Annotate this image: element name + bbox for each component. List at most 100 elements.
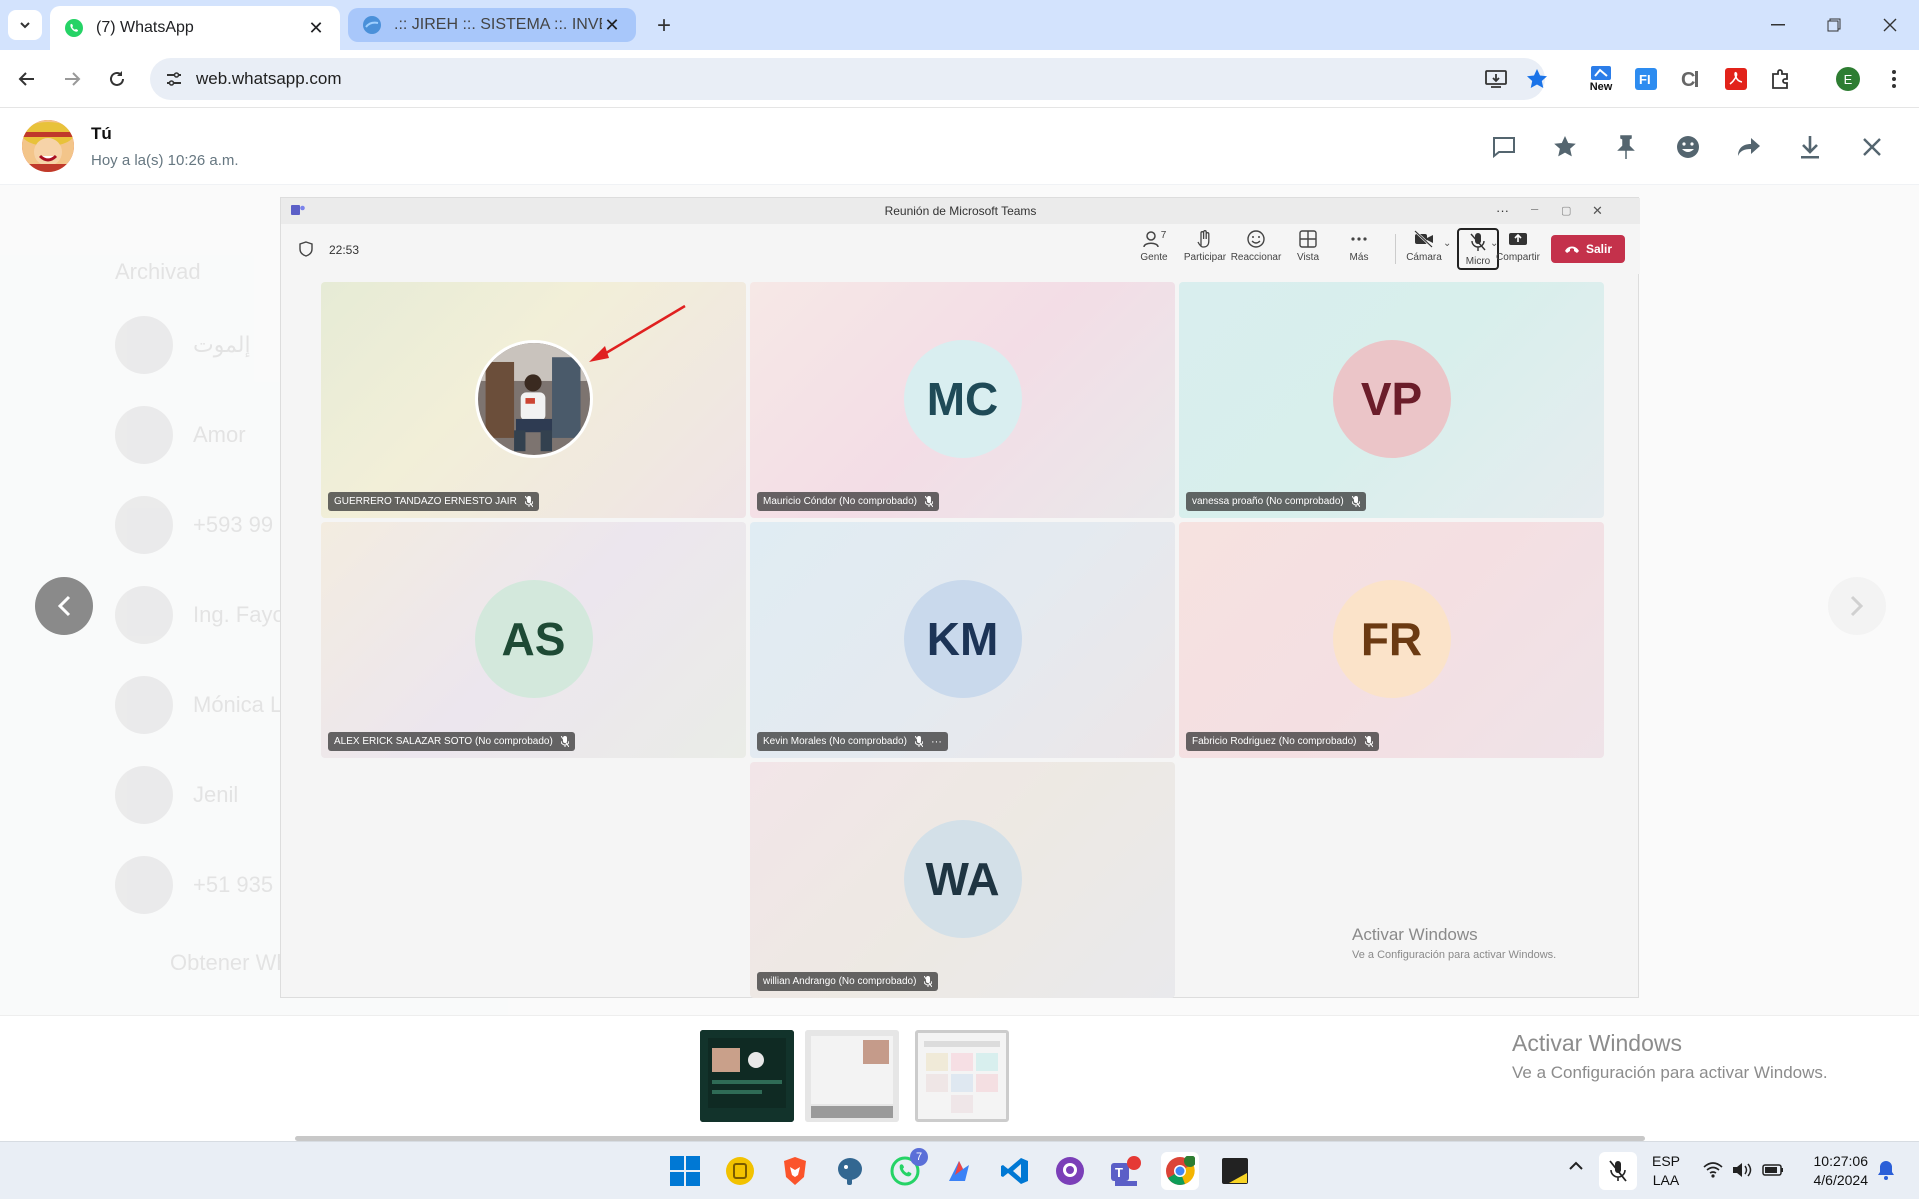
extension-fi[interactable]: FI [1630, 63, 1662, 95]
camera-off-icon [1414, 230, 1433, 248]
show-hidden-icons-button[interactable] [1568, 1160, 1584, 1170]
media-thumbnail-selected[interactable] [915, 1030, 1009, 1122]
participant-name: vanessa proaño (No comprobado) [1192, 496, 1344, 507]
url-field[interactable]: web.whatsapp.com [150, 58, 1545, 100]
mic-mute-tray-button[interactable] [1599, 1152, 1637, 1190]
camera-button[interactable]: Cámara [1400, 230, 1448, 274]
tab-whatsapp[interactable]: (7) WhatsApp ✕ [50, 6, 340, 50]
more-button[interactable]: Más [1335, 230, 1383, 274]
close-tab-icon[interactable]: ✕ [306, 18, 326, 38]
taskbar-app-norton[interactable] [721, 1152, 759, 1190]
extension-new[interactable]: New [1585, 63, 1617, 95]
back-button[interactable] [12, 64, 42, 94]
raise-hand-button[interactable]: Participar [1181, 230, 1229, 274]
site-settings-icon [167, 72, 181, 86]
participant-tile: AS ALEX ERICK SALAZAR SOTO (No comprobad… [321, 522, 746, 758]
restore-button[interactable] [1806, 0, 1861, 50]
tab-search-button[interactable] [8, 10, 42, 40]
next-media-button[interactable] [1828, 577, 1886, 635]
minimize-button[interactable] [1750, 0, 1805, 50]
participant-initials: WA [903, 820, 1022, 938]
tab-title: .:: JIREH ::. SISTEMA ::. INVERSIO [394, 16, 602, 33]
kebab-menu-icon [1892, 70, 1896, 88]
profile-button[interactable]: E [1832, 63, 1864, 95]
view-button[interactable]: Vista [1284, 230, 1332, 274]
extension-pdf[interactable] [1720, 63, 1752, 95]
taskbar-app-vscode[interactable] [996, 1152, 1034, 1190]
bookmark-star-button[interactable] [1521, 63, 1553, 95]
teams-close-icon[interactable]: ✕ [1592, 198, 1603, 224]
bell-icon [1878, 1161, 1894, 1180]
activate-windows-watermark: Activar Windows Ve a Configuración para … [1512, 1030, 1828, 1083]
close-window-button[interactable] [1862, 0, 1917, 50]
arrow-right-icon [65, 72, 81, 86]
extensions-button[interactable] [1765, 63, 1797, 95]
input-language[interactable]: ESP LAA [1652, 1152, 1680, 1190]
previous-media-button[interactable] [35, 577, 93, 635]
mic-muted-icon [924, 976, 933, 987]
teams-more-icon[interactable]: ··· [1496, 198, 1509, 224]
start-button[interactable] [666, 1152, 704, 1190]
pin-icon [1617, 135, 1635, 159]
pdf-icon [1725, 68, 1747, 90]
extension-c[interactable]: C [1675, 63, 1707, 95]
taskbar-app-notes[interactable] [1216, 1152, 1254, 1190]
thumbnail-image-icon [918, 1033, 1006, 1119]
volume-icon[interactable] [1732, 1161, 1752, 1179]
browser-menu-button[interactable] [1878, 63, 1910, 95]
taskbar-app-postgres[interactable] [831, 1152, 869, 1190]
thumbnail-image-icon [700, 1030, 794, 1122]
camera-options-chevron-icon[interactable]: ⌄ [1443, 238, 1451, 249]
react-button[interactable] [1673, 132, 1703, 162]
tab-jireh[interactable]: .:: JIREH ::. SISTEMA ::. INVERSIO ✕ [348, 8, 636, 42]
shield-icon [299, 241, 313, 257]
browser-tab-bar: (7) WhatsApp ✕ .:: JIREH ::. SISTEMA ::.… [0, 0, 1919, 50]
battery-icon[interactable] [1762, 1162, 1784, 1178]
cartoon-avatar-icon [22, 120, 74, 172]
people-button[interactable]: 7 Gente [1130, 230, 1178, 274]
notifications-button[interactable] [1877, 1160, 1895, 1180]
network-icon[interactable] [1703, 1161, 1723, 1179]
teams-restore-icon[interactable]: ▢ [1561, 198, 1571, 224]
people-label: Gente [1140, 252, 1168, 263]
mic-button[interactable]: Micro [1457, 228, 1499, 270]
install-app-button[interactable] [1480, 63, 1512, 95]
share-button[interactable]: Compartir [1494, 230, 1542, 274]
teams-minimize-icon[interactable]: – [1531, 196, 1538, 222]
sticky-notes-icon [1222, 1158, 1248, 1184]
star-message-button[interactable] [1550, 132, 1580, 162]
activation-subtitle: Ve a Configuración para activar Windows. [1352, 949, 1557, 961]
forward-button[interactable] [1734, 132, 1764, 162]
new-tab-button[interactable]: + [650, 12, 678, 40]
pin-button[interactable] [1611, 132, 1641, 162]
ghost-chat: Ing. Fayo [193, 602, 285, 627]
taskbar-app-tools[interactable] [941, 1152, 979, 1190]
reload-button[interactable] [102, 64, 132, 94]
taskbar-app-teams[interactable]: T [1106, 1152, 1144, 1190]
more-options-icon[interactable]: ··· [931, 736, 942, 748]
leave-meeting-button[interactable]: Salir [1551, 235, 1625, 263]
react-button[interactable]: Reaccionar [1231, 230, 1281, 274]
chevron-right-icon [1850, 595, 1864, 617]
close-viewer-button[interactable] [1857, 132, 1887, 162]
media-thumbnail[interactable] [805, 1030, 899, 1122]
clock[interactable]: 10:27:06 4/6/2024 [1798, 1152, 1869, 1190]
share-icon [1509, 233, 1527, 245]
media-thumbnail[interactable] [700, 1030, 794, 1122]
chrome-icon [1166, 1156, 1195, 1185]
taskbar-app-chrome[interactable] [1161, 1152, 1199, 1190]
chevron-down-icon [20, 22, 30, 29]
leave-label: Salir [1585, 242, 1612, 256]
close-tab-icon[interactable]: ✕ [602, 15, 622, 35]
reply-button[interactable] [1489, 132, 1519, 162]
download-button[interactable] [1795, 132, 1825, 162]
svg-text:C: C [1681, 69, 1695, 90]
taskbar-app-github[interactable] [1051, 1152, 1089, 1190]
participant-initials: VP [1332, 340, 1451, 458]
ghost-chat: Jenil [193, 782, 239, 807]
taskbar-app-brave[interactable] [776, 1152, 814, 1190]
forward-button[interactable] [57, 64, 87, 94]
taskbar-app-whatsapp[interactable]: 7 [886, 1148, 928, 1190]
people-icon [1142, 231, 1159, 248]
participant-name-tag: Mauricio Cóndor (No comprobado) [757, 492, 939, 511]
